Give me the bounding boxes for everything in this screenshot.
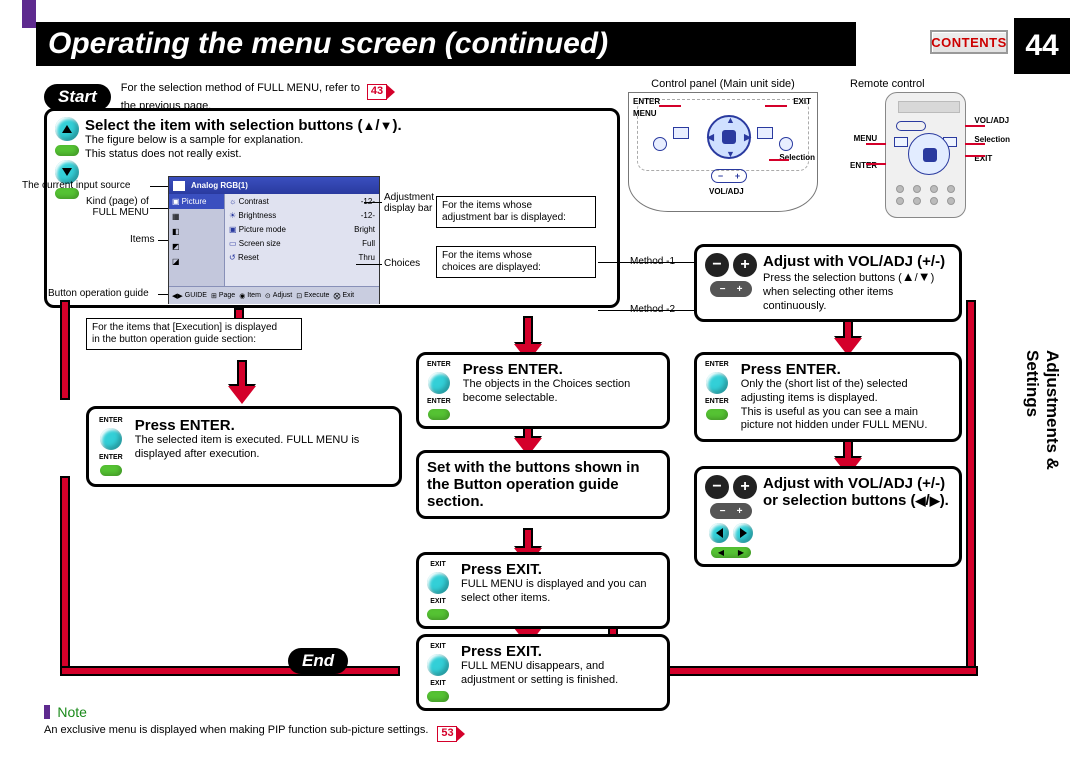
exit-button-icon-2: EXITEXIT [427,643,449,702]
page-title-bar: Operating the menu screen (continued) [36,22,856,66]
page-ref-53-num: 53 [437,726,457,742]
mid-exit2-box: EXITEXIT Press EXIT. FULL MENU disappear… [416,634,670,711]
step1-note2: This status does not really exist. [85,148,402,162]
mid-enter-desc: The objects in the Choices section becom… [463,378,659,406]
note-accent-icon [44,705,50,719]
mid-exit2-desc: FULL MENU disappears, and adjustment or … [461,660,659,688]
right-enter-desc: Only the (short list of the) selected ad… [741,378,951,433]
start-refer-a: For the selection method of FULL MENU, r… [121,82,360,94]
step1-heading-b: ). [392,117,401,134]
adj-bar-condition-text: For the items whose adjustment bar is di… [442,200,566,223]
mid-enter-box: ENTERENTER Press ENTER. The objects in t… [416,352,670,429]
control-panel-diagram: Control panel (Main unit side) ▲ ▼ ◀ ▶ −… [628,78,818,212]
rc-lbl-voladj: VOL/ADJ [974,116,1010,125]
rc-lbl-menu: MENU [850,134,877,143]
note-text: An exclusive menu is displayed when maki… [44,724,428,736]
section-side-tab: Adjustments & Settings [1014,320,1070,500]
step1-heading: Select the item with selection buttons (… [85,117,402,134]
cp-vol-button: −+ [711,169,747,183]
voladj-box: −+ −+ Adjust with VOL/ADJ (+/-) Press th… [694,244,962,322]
note-text-row: An exclusive menu is displayed when maki… [44,724,465,742]
enter-button-icon-2: ENTERENTER [427,361,451,420]
menu-sample: Analog RGB(1) ▣Picture ▦ ◧ ◩ ◪ ☼ Contras… [168,176,380,304]
page-accent-bar [22,0,36,28]
cp-lbl-enter: ENTER [633,97,660,106]
adj-bar-condition: For the items whose adjustment bar is di… [436,196,596,228]
section-side-tab-label: Adjustments & Settings [1022,350,1062,470]
leader-kind-page: Kind (page) of FULL MENU [86,196,149,218]
mid-enter-heading: Press ENTER. [463,361,659,378]
page-ref-arrow-icon [386,84,395,100]
page-ref-43-num: 43 [367,84,387,100]
menu-sample-statusbar: ◀▶ GUIDE ⊞ Page ◉ Item ⊙ Adjust ⊡ Execut… [169,286,379,304]
menu-sample-source-icon [173,181,185,191]
note-row: Note [44,704,87,720]
exec-enter-heading: Press ENTER. [135,417,389,434]
mid-exit1-desc: FULL MENU is displayed and you can selec… [461,578,659,606]
right-enter-box: ENTERENTER Press ENTER. Only the (short … [694,352,962,442]
page-number: 44 [1014,18,1070,74]
page-ref-43[interactable]: 43 [367,84,395,100]
exec-enter-box: ENTER ENTER Press ENTER. The selected it… [86,406,402,487]
end-badge-wrap: End [288,648,348,674]
adj2-button-icons: −+ −+ ◀▶ [705,475,757,558]
voladj-desc: Press the selection buttons (▲/▼) when s… [763,270,951,313]
voladj-button-icon: −+ −+ [705,253,757,297]
menu-sample-page-0: Picture [182,197,207,206]
start-badge: Start [44,84,111,110]
exec-enter-desc: The selected item is executed. FULL MENU… [135,434,389,462]
right-adj2-box: −+ −+ ◀▶ Adjust with VOL/ADJ (+/-) or se… [694,466,962,567]
menu-sample-pages: ▣Picture ▦ ◧ ◩ ◪ [169,194,225,286]
cp-frame: ▲ ▼ ◀ ▶ −+ ENTER EXIT MENU Selection VOL… [628,92,818,212]
mid-set-heading: Set with the buttons shown in the Button… [427,459,659,510]
remote-diagram: Remote control MENU ENTER VOL/ADJ Select… [850,78,1010,218]
exec-condition-text: For the items that [Execution] is displa… [92,322,277,345]
cp-dpad: ▲ ▼ ◀ ▶ [707,115,751,159]
contents-button[interactable]: CONTENTS [930,30,1008,54]
mid-exit2-heading: Press EXIT. [461,643,659,660]
exec-condition-box: For the items that [Execution] is displa… [86,318,302,350]
menu-sample-title: Analog RGB(1) [191,181,248,190]
end-badge: End [288,648,348,674]
voladj-heading: Adjust with VOL/ADJ (+/-) [763,253,951,270]
mid-exit1-box: EXITEXIT Press EXIT. FULL MENU is displa… [416,552,670,629]
exit-button-icon: EXITEXIT [427,561,449,620]
enter-button-icon-3: ENTERENTER [705,361,729,420]
leader-choices: Choices [384,258,420,269]
cp-lbl-exit: EXIT [793,97,811,106]
choices-condition-text: For the items whose choices are displaye… [442,250,541,273]
mid-set-box: Set with the buttons shown in the Button… [416,450,670,519]
cp-lbl-selection: Selection [779,153,815,162]
leader-current-input: The current input source [22,180,130,191]
right-adj2-heading: Adjust with VOL/ADJ (+/-) or selection b… [763,475,951,509]
note-label: Note [57,704,87,720]
step1-note1: The figure below is a sample for explana… [85,134,402,148]
leader-button-guide: Button operation guide [48,288,149,299]
remote-body [885,92,966,218]
page-title: Operating the menu screen (continued) [48,27,608,61]
page-ref-53[interactable]: 53 [437,726,465,742]
leader-items: Items [130,234,154,245]
cp-lbl-menu: MENU [633,109,657,118]
cp-lbl-voladj: VOL/ADJ [709,187,744,196]
mid-exit1-heading: Press EXIT. [461,561,659,578]
choices-condition: For the items whose choices are displaye… [436,246,596,278]
cp-diagram-title: Control panel (Main unit side) [628,78,818,90]
step1-heading-a: Select the item with selection buttons ( [85,117,363,134]
enter-button-icon: ENTER ENTER [99,417,123,476]
leader-adj-bar: Adjustment display bar [384,192,434,214]
right-enter-heading: Press ENTER. [741,361,951,378]
page-ref-arrow-icon-2 [456,726,465,742]
menu-sample-items: ☼ Contrast-12- ☀ Brightness-12- ▣ Pictur… [225,194,379,286]
remote-title: Remote control [850,78,1010,90]
